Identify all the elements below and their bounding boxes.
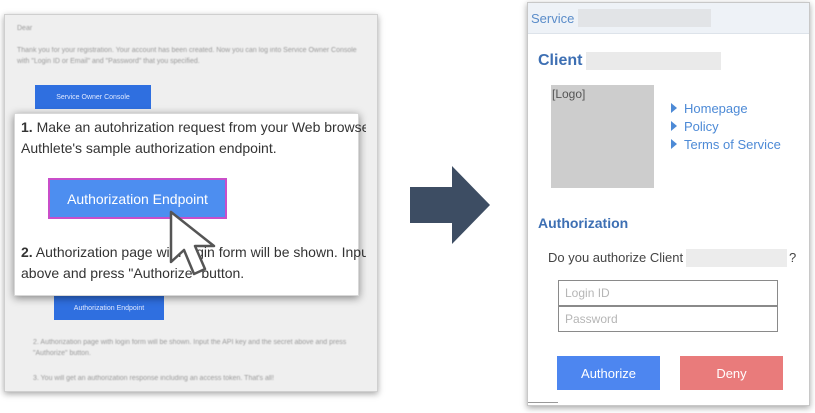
step1-number: 1.	[21, 119, 33, 135]
client-logo-placeholder: [Logo]	[551, 85, 654, 188]
authorization-page: Service Client [Logo] Homepage Policy Te…	[527, 2, 810, 406]
triangle-right-icon	[671, 121, 677, 131]
homepage-link[interactable]: Homepage	[671, 99, 781, 117]
password-input[interactable]	[558, 306, 778, 332]
authorization-heading: Authorization	[538, 215, 629, 231]
login-id-input[interactable]	[558, 280, 778, 306]
authorize-question: Do you authorize Client	[548, 250, 684, 265]
policy-link-label: Policy	[684, 118, 719, 134]
mouse-pointer-icon	[169, 210, 216, 276]
step1-line1: Make an autohrization request from your …	[32, 119, 366, 135]
step2-number: 2.	[21, 244, 33, 260]
arrow-right-icon	[410, 166, 490, 244]
service-label: Service	[531, 11, 575, 26]
client-links: Homepage Policy Terms of Service	[671, 99, 781, 153]
service-owner-console-button[interactable]: Service Owner Console	[35, 85, 151, 109]
authorization-endpoint-button-small[interactable]: Authorization Endpoint	[54, 296, 164, 320]
step1-instruction: 1. Make an autohrization request from yo…	[21, 117, 366, 159]
homepage-link-label: Homepage	[684, 100, 748, 116]
policy-link[interactable]: Policy	[671, 117, 781, 135]
service-header: Service	[528, 3, 809, 34]
deny-button[interactable]: Deny	[680, 356, 783, 390]
step1-line2: Authlete's sample authorization endpoint…	[21, 140, 277, 156]
service-name-placeholder	[578, 9, 711, 27]
authorize-button[interactable]: Authorize	[557, 356, 660, 390]
email-intro-text: Thank you for your registration. Your ac…	[17, 47, 357, 65]
terms-of-service-link[interactable]: Terms of Service	[671, 135, 781, 153]
terms-link-label: Terms of Service	[684, 136, 781, 152]
client-name-inline-placeholder	[686, 249, 787, 267]
footer-divider	[528, 402, 558, 403]
triangle-right-icon	[671, 103, 677, 113]
email-step2-text: 2. Authorization page with login form wi…	[33, 339, 347, 357]
email-step3-text: 3. You will get an authorization respons…	[33, 375, 274, 382]
client-heading: Client	[538, 52, 583, 69]
email-greeting: Dear	[17, 25, 33, 32]
question-mark: ?	[789, 250, 797, 265]
triangle-right-icon	[671, 139, 677, 149]
client-name-placeholder	[586, 52, 721, 70]
